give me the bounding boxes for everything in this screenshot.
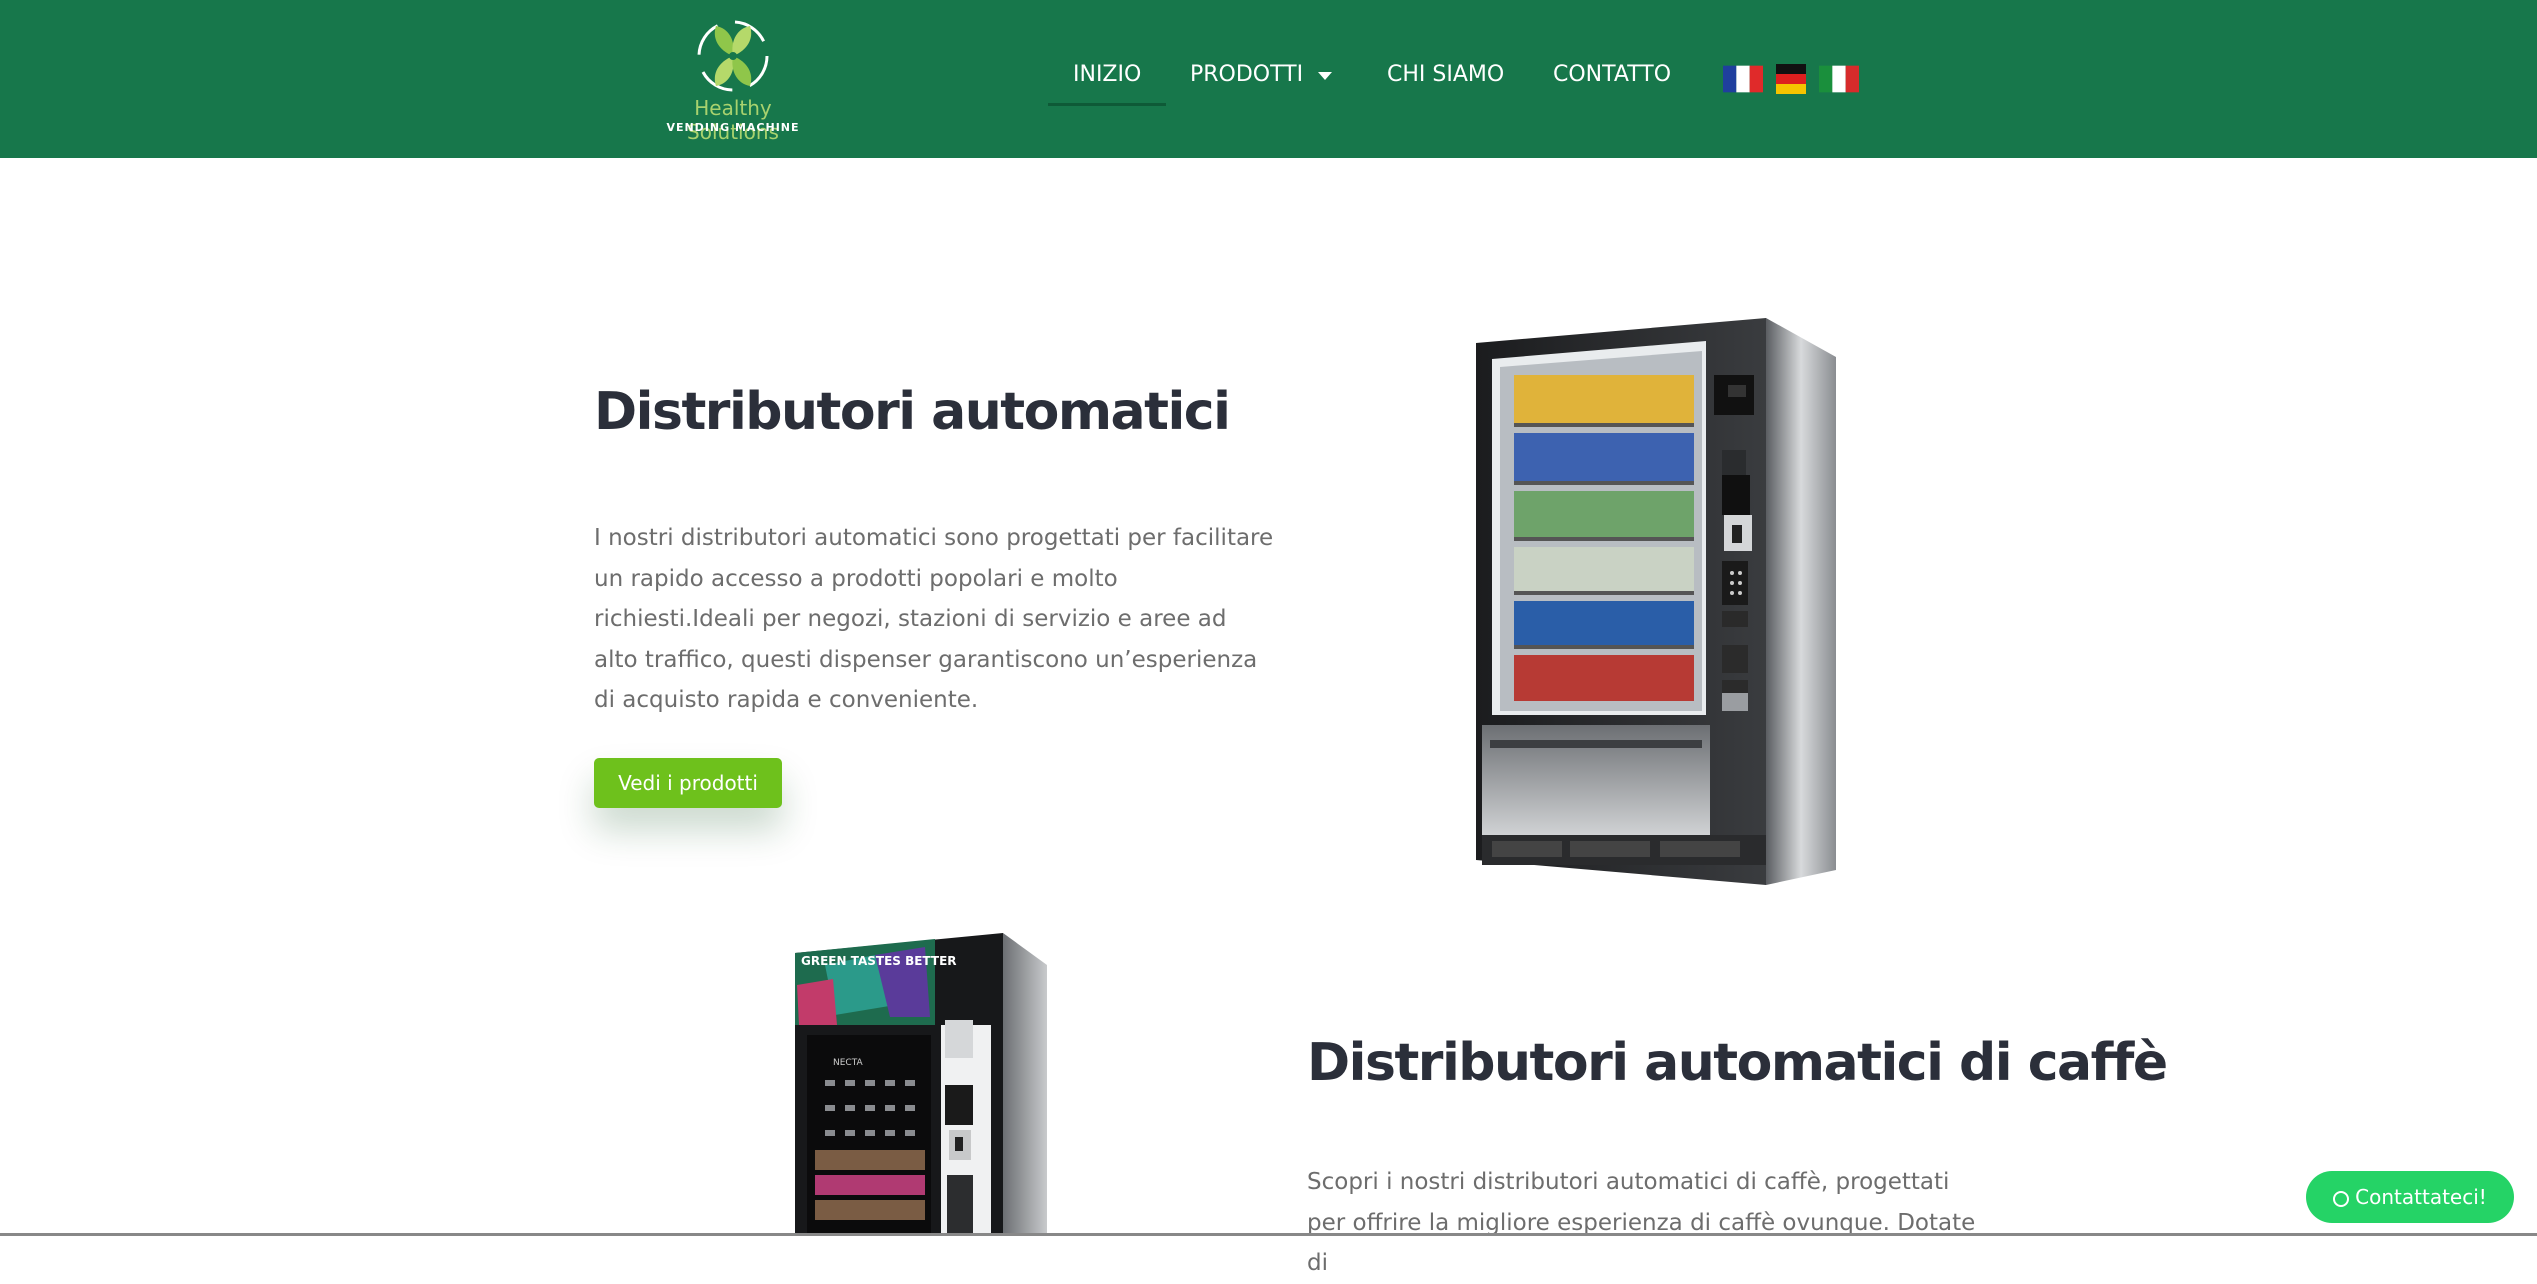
whatsapp-icon [2333,1191,2350,1207]
chevron-down-icon[interactable] [1318,72,1332,80]
section-title-distributori: Distributori automatici [594,382,1231,442]
coffee-machine-slogan: GREEN TASTES BETTER [801,954,957,968]
it-flag-icon[interactable] [1819,64,1859,94]
nav-item-chi-siamo[interactable]: CHI SIAMO [1387,62,1504,87]
brand-tagline: VENDING MACHINE [666,121,800,134]
section-title-caffe: Distributori automatici di caffè [1307,1033,2168,1093]
whatsapp-contact-button[interactable]: Contattateci! [2306,1171,2514,1223]
brand-name: Healthy Solutions [687,96,779,144]
nav-item-inizio[interactable]: INIZIO [1073,62,1141,87]
whatsapp-label: Contattateci! [2355,1185,2487,1209]
section-text-distributori: I nostri distributori automatici sono pr… [594,525,1274,713]
section-text-caffe: Scopri i nostri distributori automatici … [1307,1169,1976,1276]
brand-logo[interactable]: Healthy Solutions VENDING MACHINE [648,20,818,144]
nav-item-contatto[interactable]: CONTATTO [1553,62,1671,87]
leaf-logo-icon [697,20,769,92]
fr-flag-icon[interactable] [1723,64,1763,94]
de-flag-icon[interactable] [1771,64,1811,94]
snack-vending-machine-image [1476,318,1836,885]
active-nav-underline [1048,103,1166,106]
site-header: Healthy Solutions VENDING MACHINE INIZIO… [0,0,2537,158]
vedi-prodotti-button[interactable]: Vedi i prodotti [594,758,782,808]
coffee-machine-brand: NECTA [833,1058,864,1068]
coffee-vending-machine-image: GREEN TASTES BETTER NECTA [795,933,1047,1236]
nav-item-prodotti[interactable]: PRODOTTI [1190,62,1303,87]
